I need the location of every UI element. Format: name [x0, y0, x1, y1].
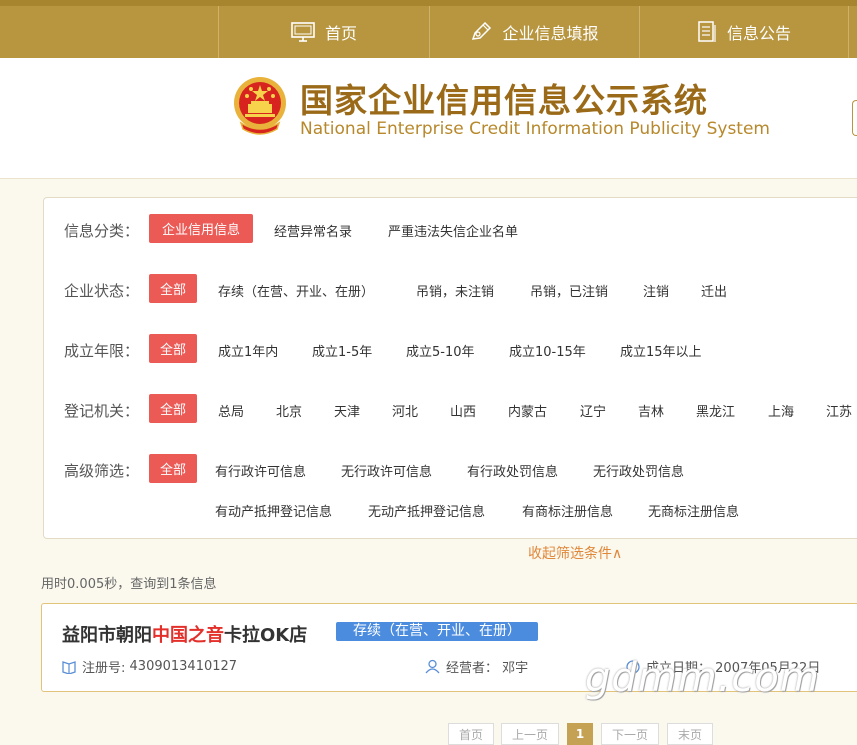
company-name-part: 卡拉OK店 — [224, 625, 308, 646]
filter-authority-option[interactable]: 吉林 — [638, 401, 664, 420]
filter-age-option[interactable]: 成立15年以上 — [620, 341, 702, 360]
filter-advanced-selected[interactable]: 全部 — [149, 454, 197, 483]
search-box-edge[interactable] — [852, 100, 857, 136]
filter-status-option[interactable]: 存续（在营、开业、在册） — [218, 281, 374, 300]
pager-prev[interactable]: 上一页 — [501, 723, 559, 745]
filter-age-option[interactable]: 成立1年内 — [218, 341, 278, 360]
edit-pen-icon — [472, 22, 492, 40]
nav-label-announcement: 信息公告 — [726, 24, 791, 43]
filter-category-selected[interactable]: 企业信用信息 — [149, 214, 253, 243]
filter-panel — [43, 197, 857, 539]
filter-advanced-option[interactable]: 有动产抵押登记信息 — [215, 501, 332, 520]
filter-authority-option[interactable]: 总局 — [218, 401, 244, 420]
filter-label-age: 成立年限： — [64, 342, 140, 360]
filter-status-option[interactable]: 吊销，未注销 — [416, 281, 494, 300]
monitor-icon — [291, 22, 315, 42]
filter-status-option[interactable]: 吊销，已注销 — [530, 281, 608, 300]
filter-age-option[interactable]: 成立1-5年 — [312, 341, 372, 360]
document-icon — [698, 21, 716, 42]
filter-label-advanced: 高级筛选： — [64, 462, 140, 480]
filter-authority-option[interactable]: 天津 — [334, 401, 360, 420]
book-icon — [62, 660, 76, 674]
company-name-part: 益阳市朝阳 — [62, 625, 152, 646]
user-icon — [425, 659, 440, 674]
filter-authority-option[interactable]: 河北 — [392, 401, 418, 420]
filter-advanced-option[interactable]: 有行政许可信息 — [215, 461, 306, 480]
filter-age-option[interactable]: 成立5-10年 — [406, 341, 475, 360]
stats-count: 1 — [169, 577, 178, 592]
site-title-cn: 国家企业信用信息公示系统 — [300, 81, 708, 120]
pager-current[interactable]: 1 — [567, 723, 593, 745]
result-stats: 用时0.005秒，查询到1条信息 — [41, 573, 217, 592]
watermark: gdmm.com — [585, 655, 820, 701]
filter-authority-option[interactable]: 上海 — [768, 401, 794, 420]
pager-next[interactable]: 下一页 — [601, 723, 659, 745]
filter-authority-option[interactable]: 江苏 — [826, 401, 852, 420]
top-navigation: 首页 企业信息填报 信息公告 — [0, 0, 857, 58]
pager-last[interactable]: 末页 — [667, 723, 713, 745]
site-header: 国家企业信用信息公示系统 National Enterprise Credit … — [0, 58, 857, 179]
stats-mid: 秒，查询到 — [104, 577, 170, 592]
company-name-highlight: 中国之音 — [152, 625, 224, 646]
registration-number: 注册号: 4309013410127 — [62, 657, 237, 676]
stats-time: 0.005 — [67, 577, 105, 592]
nav-item-home[interactable]: 首页 — [218, 6, 429, 58]
stats-prefix: 用时 — [41, 577, 68, 592]
filter-advanced-option[interactable]: 无行政许可信息 — [341, 461, 432, 480]
filter-authority-option[interactable]: 辽宁 — [580, 401, 606, 420]
collapse-filters-link[interactable]: 收起筛选条件∧ — [528, 543, 622, 563]
nav-label-home: 首页 — [324, 24, 357, 43]
status-badge: 存续（在营、开业、在册） — [336, 622, 538, 641]
reg-number: 4309013410127 — [129, 659, 238, 674]
operator-label: 经营者： — [446, 661, 499, 676]
nav-item-announcement[interactable]: 信息公告 — [639, 6, 849, 58]
filter-authority-option[interactable]: 山西 — [450, 401, 476, 420]
filter-status-option[interactable]: 迁出 — [701, 281, 727, 300]
filter-label-category: 信息分类： — [64, 222, 140, 240]
site-title-en: National Enterprise Credit Information P… — [300, 119, 770, 139]
filter-age-selected[interactable]: 全部 — [149, 334, 197, 363]
company-name-link[interactable]: 益阳市朝阳中国之音卡拉OK店 — [62, 621, 307, 647]
filter-authority-option[interactable]: 黑龙江 — [696, 401, 735, 420]
filter-authority-option[interactable]: 北京 — [276, 401, 302, 420]
filter-age-option[interactable]: 成立10-15年 — [509, 341, 586, 360]
filter-category-option[interactable]: 经营异常名录 — [274, 221, 352, 240]
reg-label: 注册号: — [82, 661, 126, 676]
operator-name: 邓宇 — [502, 661, 529, 676]
filter-status-option[interactable]: 注销 — [643, 281, 669, 300]
filter-label-status: 企业状态： — [64, 282, 140, 300]
filter-advanced-option[interactable]: 无行政处罚信息 — [593, 461, 684, 480]
filter-advanced-option[interactable]: 有行政处罚信息 — [467, 461, 558, 480]
national-emblem-icon — [234, 77, 286, 135]
filter-label-authority: 登记机关： — [64, 402, 140, 420]
filter-authority-option[interactable]: 内蒙古 — [508, 401, 547, 420]
filter-advanced-option[interactable]: 有商标注册信息 — [522, 501, 613, 520]
filter-status-selected[interactable]: 全部 — [149, 274, 197, 303]
pager-first[interactable]: 首页 — [448, 723, 494, 745]
stats-suffix: 条信息 — [177, 577, 217, 592]
nav-label-report: 企业信息填报 — [502, 24, 599, 43]
filter-advanced-option[interactable]: 无商标注册信息 — [648, 501, 739, 520]
operator-info: 经营者： 邓宇 — [425, 657, 528, 676]
filter-category-option[interactable]: 严重违法失信企业名单 — [388, 221, 518, 240]
filter-advanced-option[interactable]: 无动产抵押登记信息 — [368, 501, 485, 520]
nav-item-report[interactable]: 企业信息填报 — [429, 6, 639, 58]
filter-authority-selected[interactable]: 全部 — [149, 394, 197, 423]
